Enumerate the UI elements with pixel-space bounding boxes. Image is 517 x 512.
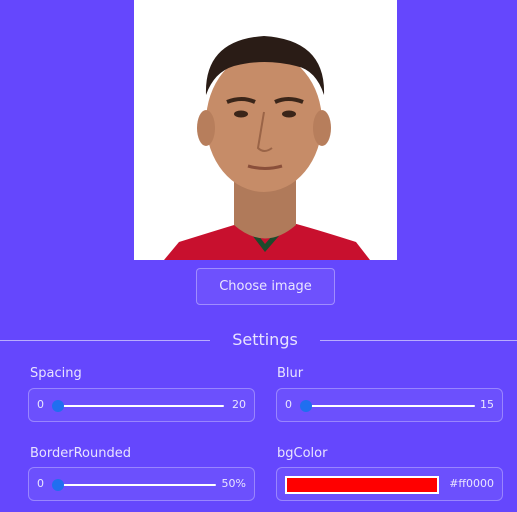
blur-slider-thumb[interactable] [300,400,312,412]
settings-title: Settings [232,330,298,349]
blur-min-value: 0 [285,398,292,411]
spacing-min-value: 0 [37,398,44,411]
border-rounded-slider-thumb[interactable] [52,479,64,491]
blur-max-value: 15 [480,398,494,411]
spacing-slider-thumb[interactable] [52,400,64,412]
border-rounded-min-value: 0 [37,477,44,490]
bg-color-hex-value[interactable]: #ff0000 [449,477,494,490]
choose-image-button[interactable]: Choose image [196,268,335,305]
preview-image [134,0,397,260]
bg-color-label: bgColor [277,446,328,461]
settings-divider-right [320,340,517,341]
bg-color-swatch[interactable] [285,476,439,494]
bg-color-picker-box: #ff0000 [276,467,503,501]
border-rounded-slider-track[interactable] [54,484,216,486]
spacing-slider-box: 0 20 [28,388,255,422]
settings-divider-left [0,340,210,341]
app-root: Choose image Settings Spacing 0 20 Blur … [0,0,517,512]
spacing-max-value: 20 [232,398,246,411]
blur-slider-box: 0 15 [276,388,503,422]
blur-slider-track[interactable] [302,405,475,407]
border-rounded-label: BorderRounded [30,446,131,461]
blur-label: Blur [277,366,304,381]
border-rounded-slider-box: 0 50% [28,467,255,501]
border-rounded-max-value: 50% [221,477,246,490]
spacing-slider-track[interactable] [54,405,224,407]
spacing-label: Spacing [30,366,82,381]
portrait-illustration [134,0,397,260]
